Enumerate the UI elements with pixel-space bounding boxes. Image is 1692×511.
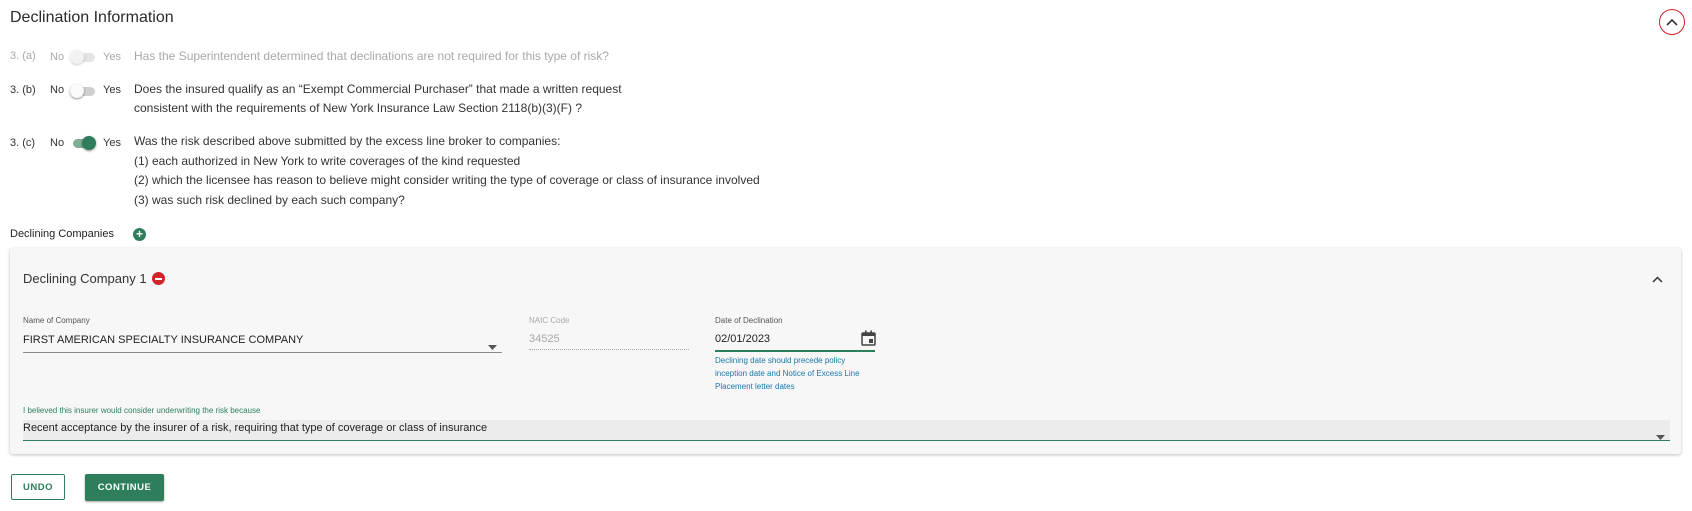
calendar-icon[interactable] (861, 330, 876, 351)
chevron-up-icon (1666, 18, 1678, 26)
question-text: Has the Superintendent determined that d… (134, 49, 609, 63)
declination-date-input[interactable]: 02/01/2023 (715, 333, 770, 345)
question-number: 3. (c) (10, 137, 36, 149)
question-text-line: (2) which the licensee has reason to bel… (134, 173, 760, 187)
toggle-no-label: No (50, 137, 65, 149)
company-name-label: Name of Company (23, 316, 90, 325)
date-help-text: Declining date should precede policy inc… (715, 354, 880, 393)
question-text-line: (1) each authorized in New York to write… (134, 154, 521, 168)
collapse-card-button[interactable] (1652, 272, 1663, 286)
collapse-section-button[interactable] (1659, 9, 1685, 35)
declining-companies-label: Declining Companies (10, 228, 114, 240)
question-number: 3. (b) (10, 84, 36, 96)
help-line: Placement letter dates (715, 382, 795, 391)
help-line: inception date and Notice of Excess Line (715, 369, 860, 378)
toggle-3a[interactable] (70, 50, 96, 64)
add-company-button[interactable]: + (133, 228, 146, 241)
question-text-line: Was the risk described above submitted b… (134, 134, 561, 148)
naic-code-value: 34525 (529, 333, 560, 345)
reason-value[interactable]: Recent acceptance by the insurer of a ri… (23, 422, 487, 434)
declination-date-label: Date of Declination (715, 316, 783, 325)
question-number: 3. (a) (10, 50, 36, 62)
naic-code-label: NAIC Code (529, 316, 570, 325)
help-line: Declining date should precede policy (715, 356, 846, 365)
company-card-title: Declining Company 1 (23, 271, 147, 286)
remove-company-button[interactable] (152, 272, 165, 285)
toggle-yes-label: Yes (103, 84, 121, 96)
undo-button[interactable]: UNDO (11, 474, 65, 500)
toggle-3c[interactable] (70, 136, 96, 150)
dropdown-arrow-icon[interactable] (1656, 427, 1665, 445)
reason-label: I believed this insurer would consider u… (23, 406, 261, 415)
toggle-no-label: No (50, 51, 65, 63)
section-title: Declination Information (10, 9, 174, 26)
toggle-3b[interactable] (70, 84, 96, 98)
question-text-line: Does the insured qualify as an “Exempt C… (134, 82, 622, 96)
company-name-underline (23, 352, 502, 353)
chevron-up-icon (1652, 276, 1663, 283)
naic-code-underline (529, 349, 689, 350)
toggle-no-label: No (50, 84, 65, 96)
toggle-yes-label: Yes (103, 137, 121, 149)
declination-date-underline (715, 350, 875, 352)
continue-button[interactable]: CONTINUE (85, 474, 164, 501)
plus-icon: + (135, 227, 143, 241)
question-text-line: consistent with the requirements of New … (134, 101, 582, 115)
question-text-line: (3) was such risk declined by each such … (134, 193, 405, 207)
toggle-yes-label: Yes (103, 51, 121, 63)
company-name-value[interactable]: FIRST AMERICAN SPECIALTY INSURANCE COMPA… (23, 334, 303, 346)
